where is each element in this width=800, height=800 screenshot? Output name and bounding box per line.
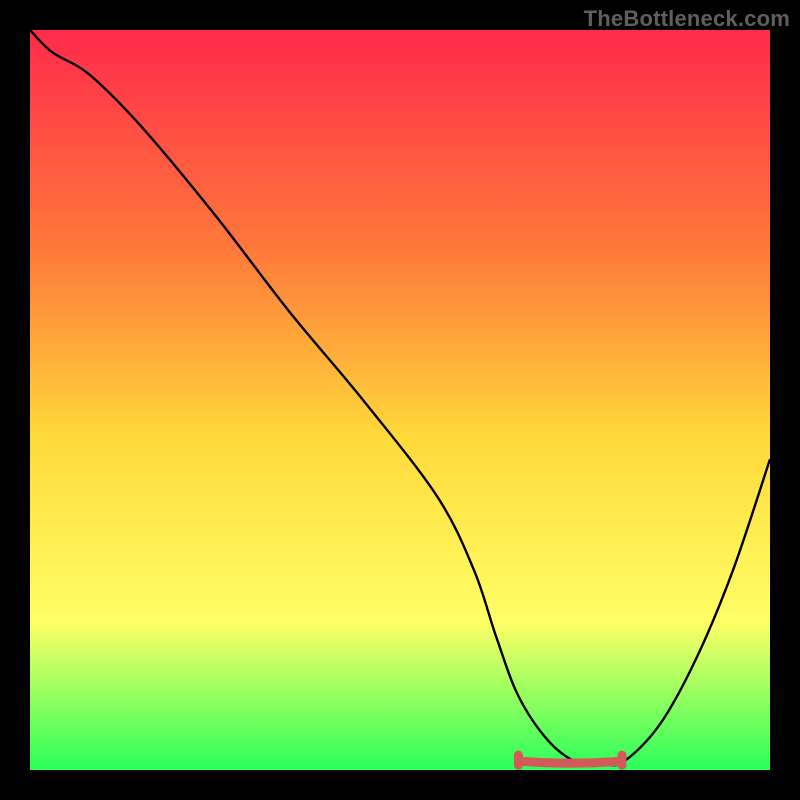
chart-frame: TheBottleneck.com <box>0 0 800 800</box>
watermark-text: TheBottleneck.com <box>584 6 790 32</box>
gradient-background <box>30 30 770 770</box>
plot-area <box>30 30 770 770</box>
bottleneck-chart <box>30 30 770 770</box>
